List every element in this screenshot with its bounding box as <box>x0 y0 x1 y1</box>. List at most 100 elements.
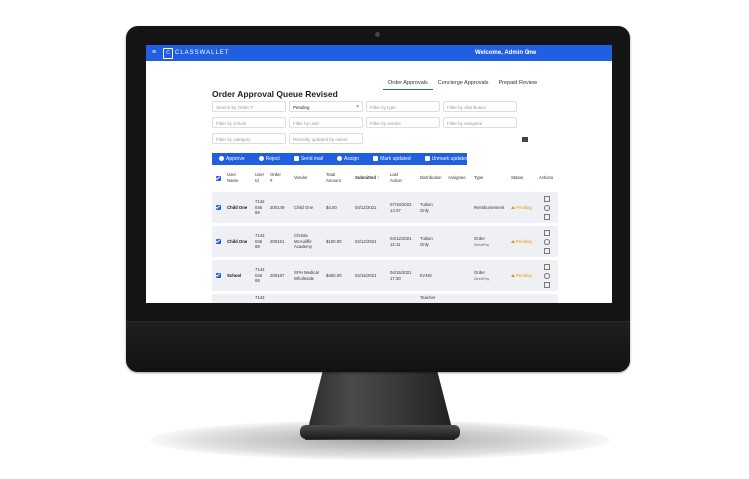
row-distribution-l2: Only <box>420 241 429 247</box>
row-type-sub: DirectPay <box>474 276 490 281</box>
top-bar: ≡ C CLASSWALLET Welcome, Admin One ▾ <box>146 45 612 61</box>
type-filter[interactable]: Filter by type <box>366 101 440 112</box>
search-order-input[interactable]: Search by Order # <box>212 101 286 112</box>
status-text: Pending <box>516 239 532 244</box>
col-actions: Actions <box>539 175 554 180</box>
image-icon[interactable] <box>544 196 550 202</box>
reject-button[interactable]: Reject <box>252 153 287 165</box>
category-filter[interactable]: Filter by category <box>212 133 286 144</box>
envelope-icon <box>293 156 299 161</box>
row-user-id: 7142 <box>255 295 265 300</box>
menu-icon[interactable]: ≡ <box>152 49 156 57</box>
col-status[interactable]: Status <box>511 175 523 181</box>
row-user-id: 7142 046 69 <box>255 199 265 216</box>
row-user-id: 7142 046 69 <box>255 233 265 250</box>
image-icon[interactable] <box>544 264 550 270</box>
school-filter[interactable]: Filter by school <box>212 117 286 128</box>
row-last-action-date: 07/19/2022 <box>390 202 412 207</box>
assign-label: Assign <box>344 156 360 162</box>
row-order[interactable]: 200151 <box>270 239 284 245</box>
table-row[interactable]: Child One 7142 046 69 200151 Christa McAuli… <box>212 226 558 257</box>
table-row[interactable]: School 7142 046 69 200187 SPH Medical Whole… <box>212 260 558 291</box>
mail-icon[interactable] <box>544 248 550 254</box>
row-last-action: 04/15/2021 17:30 <box>390 270 412 281</box>
distribution-filter[interactable]: Filter by distribution <box>443 101 517 112</box>
unmark-updated-button[interactable]: Unmark updated <box>418 153 476 165</box>
eye-icon[interactable] <box>544 273 550 279</box>
row-last-action: 07/19/2022 14:37 <box>390 202 412 213</box>
status-filter[interactable]: Pending × <box>289 101 363 112</box>
row-checkbox[interactable] <box>216 239 221 244</box>
row-order[interactable]: 200149 <box>270 205 284 211</box>
table-row[interactable]: 7142 Teacher <box>212 294 558 303</box>
table-header: User Name User Id Order # Vendor Total Amoun… <box>212 167 558 189</box>
eye-icon[interactable] <box>544 239 550 245</box>
row-user-id-l1: 7142 <box>255 233 265 238</box>
recently-updated-filter[interactable]: Recently updated by owner <box>289 133 363 144</box>
screen: ≡ C CLASSWALLET Welcome, Admin One ▾ Ord… <box>146 45 612 303</box>
col-vendor[interactable]: Vendor <box>294 175 308 181</box>
col-type[interactable]: Type <box>474 175 483 181</box>
col-user-id-l2: Id <box>255 177 259 183</box>
assignee-filter[interactable]: Filter by assignee <box>443 117 517 128</box>
table-row[interactable]: Child One 7142 046 69 200149 Child One $4.… <box>212 192 558 223</box>
row-user-id-l2: 046 <box>255 204 263 210</box>
col-user-id[interactable]: User Id <box>255 172 264 183</box>
row-vendor-l3: Academy <box>294 244 312 249</box>
row-submitted: 04/15/2021 <box>355 273 377 278</box>
check-circle-icon <box>219 156 224 161</box>
user-filter[interactable]: Filter by user <box>289 117 363 128</box>
tab-concierge-approvals[interactable]: Concierge Approvals <box>433 78 494 90</box>
reject-label: Reject <box>265 156 280 162</box>
mark-updated-button[interactable]: Mark updated <box>366 153 418 165</box>
col-distribution[interactable]: Distribution <box>420 175 442 181</box>
col-submitted[interactable]: Submitted ↑ <box>355 175 379 181</box>
col-order-l1: Order <box>270 172 281 177</box>
row-last-action-date: 04/15/2021 <box>390 270 412 275</box>
warning-icon <box>511 274 515 277</box>
status-filter-value: Pending <box>293 105 310 110</box>
col-order[interactable]: Order # <box>270 172 281 183</box>
row-user-name: Child One <box>227 205 248 210</box>
vendor-filter[interactable]: Filter by vendor <box>366 117 440 128</box>
row-user-id-l3: 69 <box>255 278 260 283</box>
row-type: Order DirectPay <box>474 270 489 282</box>
col-user-name[interactable]: User Name <box>227 172 238 183</box>
bulk-action-toolbar: Approve Reject Send mail Assign Mark upd… <box>212 153 469 165</box>
logo-icon: C <box>163 48 173 59</box>
row-checkbox[interactable] <box>216 205 221 210</box>
mail-icon[interactable] <box>544 214 550 220</box>
approve-button[interactable]: Approve <box>212 153 252 165</box>
row-distribution-l2: Only <box>420 207 429 213</box>
row-vendor: SPH Medical Wholesale <box>294 270 319 281</box>
col-last-action-l1: Last <box>390 172 399 177</box>
row-user-name: School <box>227 273 242 278</box>
tab-prepaid-review[interactable]: Prepaid Review <box>494 78 543 90</box>
col-last-action[interactable]: Last Action <box>390 172 402 183</box>
row-type-label: Order <box>474 270 485 275</box>
mail-icon[interactable] <box>522 137 528 142</box>
clear-icon[interactable]: × <box>356 102 359 113</box>
send-mail-button[interactable]: Send mail <box>287 153 330 165</box>
col-assignee[interactable]: Assignee <box>448 175 466 181</box>
col-total-amount[interactable]: Total Amount <box>326 172 341 183</box>
monitor-chin <box>126 321 630 372</box>
col-total-amount-l2: Amount <box>326 177 341 183</box>
eye-icon[interactable] <box>544 205 550 211</box>
status-text: Pending <box>516 205 532 210</box>
col-user-name-l1: User <box>227 172 237 177</box>
tab-order-approvals[interactable]: Order Approvals <box>383 78 433 90</box>
image-icon[interactable] <box>544 230 550 236</box>
mail-icon[interactable] <box>544 282 550 288</box>
row-type-label: Order <box>474 236 485 241</box>
row-checkbox[interactable] <box>216 273 221 278</box>
row-distribution-l1: Tuition <box>420 236 433 241</box>
minus-circle-icon <box>258 156 264 161</box>
assign-button[interactable]: Assign <box>330 153 366 165</box>
select-all-checkbox[interactable] <box>216 176 221 181</box>
row-order[interactable]: 200187 <box>270 273 284 279</box>
row-user-id-l2: 046 <box>255 238 263 244</box>
monitor-frame: ≡ C CLASSWALLET Welcome, Admin One ▾ Ord… <box>126 26 630 372</box>
row-vendor-l1: Christa <box>294 233 308 238</box>
chevron-down-icon[interactable]: ▾ <box>527 49 530 57</box>
